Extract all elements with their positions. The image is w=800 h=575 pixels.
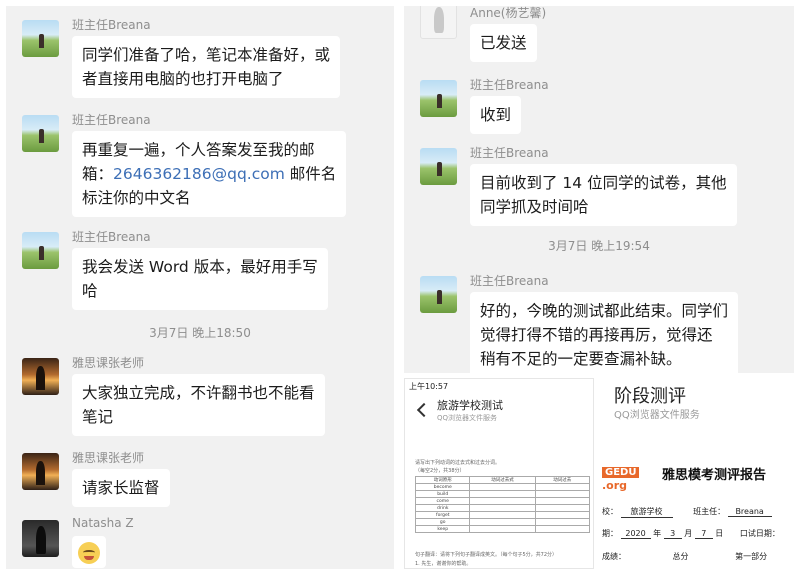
verb-table: 动词原形 动词过去式 动词过去 become build come drink … bbox=[414, 476, 591, 533]
document-instructions: 请写出下列动词的过去式和过去分词。 bbox=[415, 460, 501, 466]
avatar[interactable] bbox=[420, 276, 457, 313]
table-row: become bbox=[414, 483, 591, 491]
table-row: forget bbox=[414, 511, 591, 519]
message-bubble[interactable]: 同学们准备了哈，笔记本准备好，或 者直接用电脑的也打开电脑了 bbox=[72, 36, 341, 98]
chat-timestamp: 3月7日 晚上18:50 bbox=[149, 326, 251, 340]
report-row-date: 期： 2020 年 3 月 7 日 口试日期： bbox=[602, 529, 780, 539]
table-header-row: 动词原形 动词过去式 动词过去 bbox=[414, 476, 591, 484]
report-document-screenshot: 阶段测评 QQ浏览器文件服务 GEDU .org 雅思模考测评报告 校： 旅游学… bbox=[598, 378, 794, 569]
back-arrow-icon[interactable] bbox=[416, 402, 432, 418]
avatar[interactable] bbox=[420, 80, 457, 117]
message-line: 箱：2646362186@qq.com 邮件名 bbox=[82, 165, 337, 183]
phone-document-screenshot: 上午10:57 旅游学校测试 QQ浏览器文件服务 请写出下列动词的过去式和过去分… bbox=[404, 378, 594, 569]
sender-name: 雅思课张老师 bbox=[72, 451, 145, 465]
message-line: 我会发送 Word 版本，最好用手写 bbox=[82, 258, 318, 276]
document-title: 旅游学校测试 bbox=[437, 399, 503, 412]
gedu-logo: GEDU .org bbox=[602, 460, 652, 492]
message-line: 同学们准备了哈，笔记本准备好，或 bbox=[82, 46, 331, 64]
table-row: keep bbox=[414, 525, 591, 533]
message-line: 收到 bbox=[480, 106, 512, 124]
status-time: 上午10:57 bbox=[409, 382, 449, 391]
table-row: go bbox=[414, 518, 591, 526]
message-line: 觉得打得不错的再接再厉，觉得还 bbox=[480, 326, 713, 344]
table-header: 动词原形 bbox=[414, 476, 471, 484]
table-row: build bbox=[414, 490, 591, 498]
table-cell: drink bbox=[414, 504, 471, 512]
report-row-score: 成绩： 总分 第一部分 bbox=[602, 552, 768, 561]
avatar[interactable] bbox=[22, 453, 59, 490]
sender-name: 班主任Breana bbox=[72, 113, 151, 127]
report-subtitle: QQ浏览器文件服务 bbox=[614, 410, 700, 421]
message-line: 稍有不足的一定要查漏补缺。 bbox=[480, 350, 682, 368]
sender-name: 雅思课张老师 bbox=[72, 356, 145, 370]
sender-name: Natasha Z bbox=[72, 516, 134, 530]
table-cell: forget bbox=[414, 511, 471, 519]
document-footer-line: 1. 先生，谢谢你的帮助。 bbox=[415, 561, 472, 567]
message-line: 标注你的中文名 bbox=[82, 189, 191, 207]
table-cell: come bbox=[414, 497, 471, 505]
table-cell: keep bbox=[414, 525, 471, 533]
message-bubble[interactable]: 收到 bbox=[470, 96, 522, 134]
avatar[interactable] bbox=[22, 358, 59, 395]
message-line: 笔记 bbox=[82, 408, 114, 426]
avatar[interactable] bbox=[22, 520, 59, 557]
sender-name: 班主任Breana bbox=[470, 274, 549, 288]
sender-name: Anne(杨艺馨) bbox=[470, 6, 547, 20]
message-bubble[interactable]: 大家独立完成，不许翻书也不能看 笔记 bbox=[72, 374, 325, 436]
report-row-school: 校： 旅游学校 班主任： Breana bbox=[602, 506, 772, 518]
table-row: come bbox=[414, 497, 591, 505]
avatar[interactable] bbox=[22, 20, 59, 57]
table-cell: become bbox=[414, 483, 471, 491]
document-subtitle: QQ浏览器文件服务 bbox=[437, 414, 498, 422]
report-heading: 雅思模考测评报告 bbox=[662, 468, 767, 483]
avatar[interactable] bbox=[22, 115, 59, 152]
message-line: 目前收到了 14 位同学的试卷，其他 bbox=[480, 174, 727, 192]
message-bubble[interactable]: 已发送 bbox=[470, 24, 537, 62]
avatar[interactable] bbox=[420, 148, 457, 185]
message-line: 大家独立完成，不许翻书也不能看 bbox=[82, 384, 315, 402]
message-line: 好的，今晚的测试都此结束。同学们 bbox=[480, 302, 729, 320]
document-footer-line: 句子翻译：请将下列句子翻译成英文。（每个句子5分，共72分） bbox=[415, 552, 558, 558]
message-line: 者直接用电脑的也打开电脑了 bbox=[82, 70, 284, 88]
message-bubble[interactable]: 好的，今晚的测试都此结束。同学们 觉得打得不错的再接再厉，觉得还 稍有不足的一定… bbox=[470, 292, 739, 373]
message-bubble[interactable]: 我会发送 Word 版本，最好用手写 哈 bbox=[72, 248, 328, 310]
table-cell: go bbox=[414, 518, 471, 526]
message-line: 已发送 bbox=[480, 34, 527, 52]
message-line: 同学抓及时间哈 bbox=[480, 198, 589, 216]
message-bubble[interactable]: 请家长监督 bbox=[72, 469, 170, 507]
avatar[interactable] bbox=[22, 232, 59, 269]
table-row: drink bbox=[414, 504, 591, 512]
right-chat-screenshot: Anne(杨艺馨) 已发送 班主任Breana 收到 班主任Breana 目前收… bbox=[404, 6, 794, 373]
left-chat-screenshot: 班主任Breana 同学们准备了哈，笔记本准备好，或 者直接用电脑的也打开电脑了… bbox=[6, 6, 394, 569]
avatar[interactable] bbox=[420, 6, 457, 39]
table-header: 动词过去式 bbox=[469, 476, 536, 484]
message-line: 请家长监督 bbox=[82, 479, 160, 497]
sender-name: 班主任Breana bbox=[470, 146, 549, 160]
sender-name: 班主任Breana bbox=[470, 78, 549, 92]
sender-name: 班主任Breana bbox=[72, 230, 151, 244]
table-cell: build bbox=[414, 490, 471, 498]
sender-name: 班主任Breana bbox=[72, 18, 151, 32]
message-line: 哈 bbox=[82, 282, 98, 300]
report-title: 阶段测评 bbox=[614, 386, 686, 407]
message-bubble[interactable]: 再重复一遍，个人答案发至我的邮 箱：2646362186@qq.com 邮件名 … bbox=[72, 131, 347, 217]
message-bubble[interactable]: 目前收到了 14 位同学的试卷，其他 同学抓及时间哈 bbox=[470, 164, 737, 226]
chat-timestamp: 3月7日 晚上19:54 bbox=[548, 239, 650, 253]
table-header: 动词过去 bbox=[534, 476, 591, 484]
smiling-face-emoji-icon bbox=[78, 541, 100, 564]
message-bubble[interactable] bbox=[72, 536, 106, 568]
email-link[interactable]: 2646362186@qq.com bbox=[113, 165, 285, 183]
message-line: 再重复一遍，个人答案发至我的邮 bbox=[82, 141, 315, 159]
document-note: （每空2分，共38分） bbox=[415, 468, 465, 474]
